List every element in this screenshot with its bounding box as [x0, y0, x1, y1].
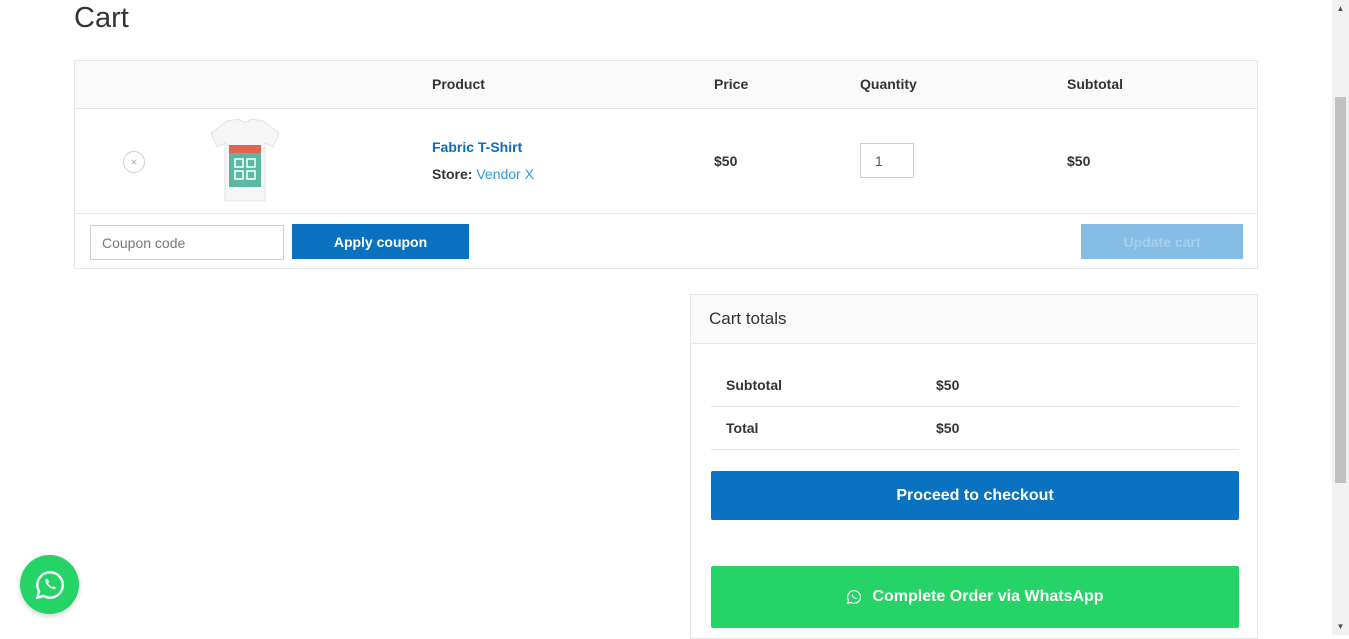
cart-totals-title: Cart totals: [709, 309, 787, 328]
vertical-scrollbar[interactable]: ▲ ▼: [1332, 0, 1349, 635]
header-subtotal: Subtotal: [1067, 76, 1123, 92]
store-label: Store:: [432, 166, 473, 182]
floating-whatsapp-button[interactable]: [20, 555, 79, 614]
totals-value: $50: [936, 377, 960, 393]
totals-row-total: Total $50: [711, 407, 1239, 450]
cart-totals-panel: Cart totals Subtotal $50 Total $50 Proce…: [690, 294, 1258, 639]
item-price: $50: [714, 153, 738, 169]
header-price: Price: [714, 76, 749, 92]
apply-coupon-button[interactable]: Apply coupon: [292, 224, 469, 259]
coupon-code-input[interactable]: [90, 225, 284, 260]
quantity-input[interactable]: [860, 143, 914, 178]
cart-item-row: × Fabric T-Shirt Store: Vendor X $50 $50: [75, 109, 1257, 214]
tshirt-thumbnail[interactable]: [205, 117, 285, 203]
scroll-down-arrow-icon[interactable]: ▼: [1332, 618, 1349, 635]
cart-table-header: Product Price Quantity Subtotal: [75, 61, 1257, 109]
close-icon: ×: [130, 155, 138, 169]
totals-label: Subtotal: [726, 377, 782, 393]
item-subtotal: $50: [1067, 153, 1091, 169]
cart-totals-header: Cart totals: [691, 295, 1257, 344]
store-line: Store: Vendor X: [432, 166, 534, 182]
scrollbar-thumb[interactable]: [1335, 97, 1346, 483]
cart-table: Product Price Quantity Subtotal × Fabric…: [74, 60, 1258, 269]
whatsapp-order-button[interactable]: Complete Order via WhatsApp: [711, 566, 1239, 628]
whatsapp-order-label: Complete Order via WhatsApp: [872, 588, 1104, 605]
totals-row-subtotal: Subtotal $50: [711, 364, 1239, 407]
scroll-up-arrow-icon[interactable]: ▲: [1332, 0, 1349, 17]
header-quantity: Quantity: [860, 76, 917, 92]
vendor-link[interactable]: Vendor X: [476, 166, 534, 182]
update-cart-button[interactable]: Update cart: [1081, 224, 1243, 259]
header-product: Product: [432, 76, 485, 92]
product-name-link[interactable]: Fabric T-Shirt: [432, 139, 522, 155]
remove-item-button[interactable]: ×: [123, 151, 145, 173]
page-title: Cart: [74, 2, 129, 34]
proceed-to-checkout-button[interactable]: Proceed to checkout: [711, 471, 1239, 520]
totals-value: $50: [936, 420, 960, 436]
totals-label: Total: [726, 420, 759, 436]
whatsapp-icon: [847, 590, 862, 605]
whatsapp-icon: [35, 570, 64, 599]
